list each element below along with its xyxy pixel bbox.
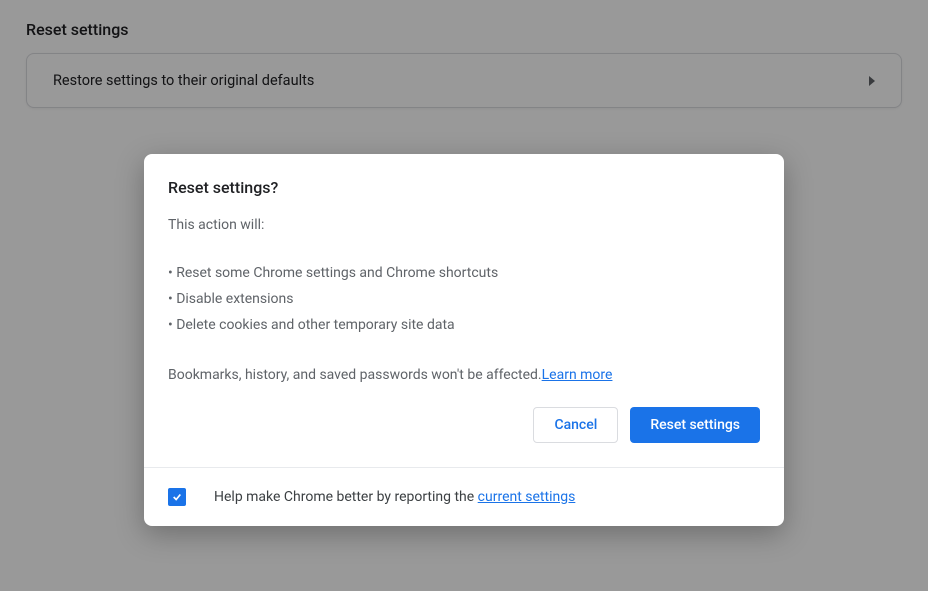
- learn-more-link[interactable]: Learn more: [542, 367, 613, 383]
- dialog-bullet-list: • Reset some Chrome settings and Chrome …: [168, 261, 760, 339]
- dialog-actions: Cancel Reset settings: [144, 407, 784, 467]
- footnote-text: Bookmarks, history, and saved passwords …: [168, 367, 542, 383]
- checkmark-icon: [172, 492, 182, 502]
- report-settings-checkbox[interactable]: [168, 488, 186, 506]
- dialog-intro: This action will:: [168, 217, 760, 233]
- list-item: • Disable extensions: [168, 287, 760, 313]
- current-settings-link[interactable]: current settings: [478, 489, 576, 505]
- dialog-footer: Help make Chrome better by reporting the…: [144, 467, 784, 526]
- dialog-body: Reset settings? This action will: • Rese…: [144, 154, 784, 407]
- footer-label: Help make Chrome better by reporting the…: [214, 489, 575, 505]
- reset-settings-button[interactable]: Reset settings: [630, 407, 760, 443]
- list-item: • Reset some Chrome settings and Chrome …: [168, 261, 760, 287]
- cancel-button[interactable]: Cancel: [533, 407, 618, 443]
- list-item: • Delete cookies and other temporary sit…: [168, 313, 760, 339]
- dialog-title: Reset settings?: [168, 178, 760, 197]
- reset-settings-dialog: Reset settings? This action will: • Rese…: [144, 154, 784, 526]
- dialog-footnote: Bookmarks, history, and saved passwords …: [168, 367, 760, 383]
- footer-text-part: Help make Chrome better by reporting the: [214, 489, 478, 505]
